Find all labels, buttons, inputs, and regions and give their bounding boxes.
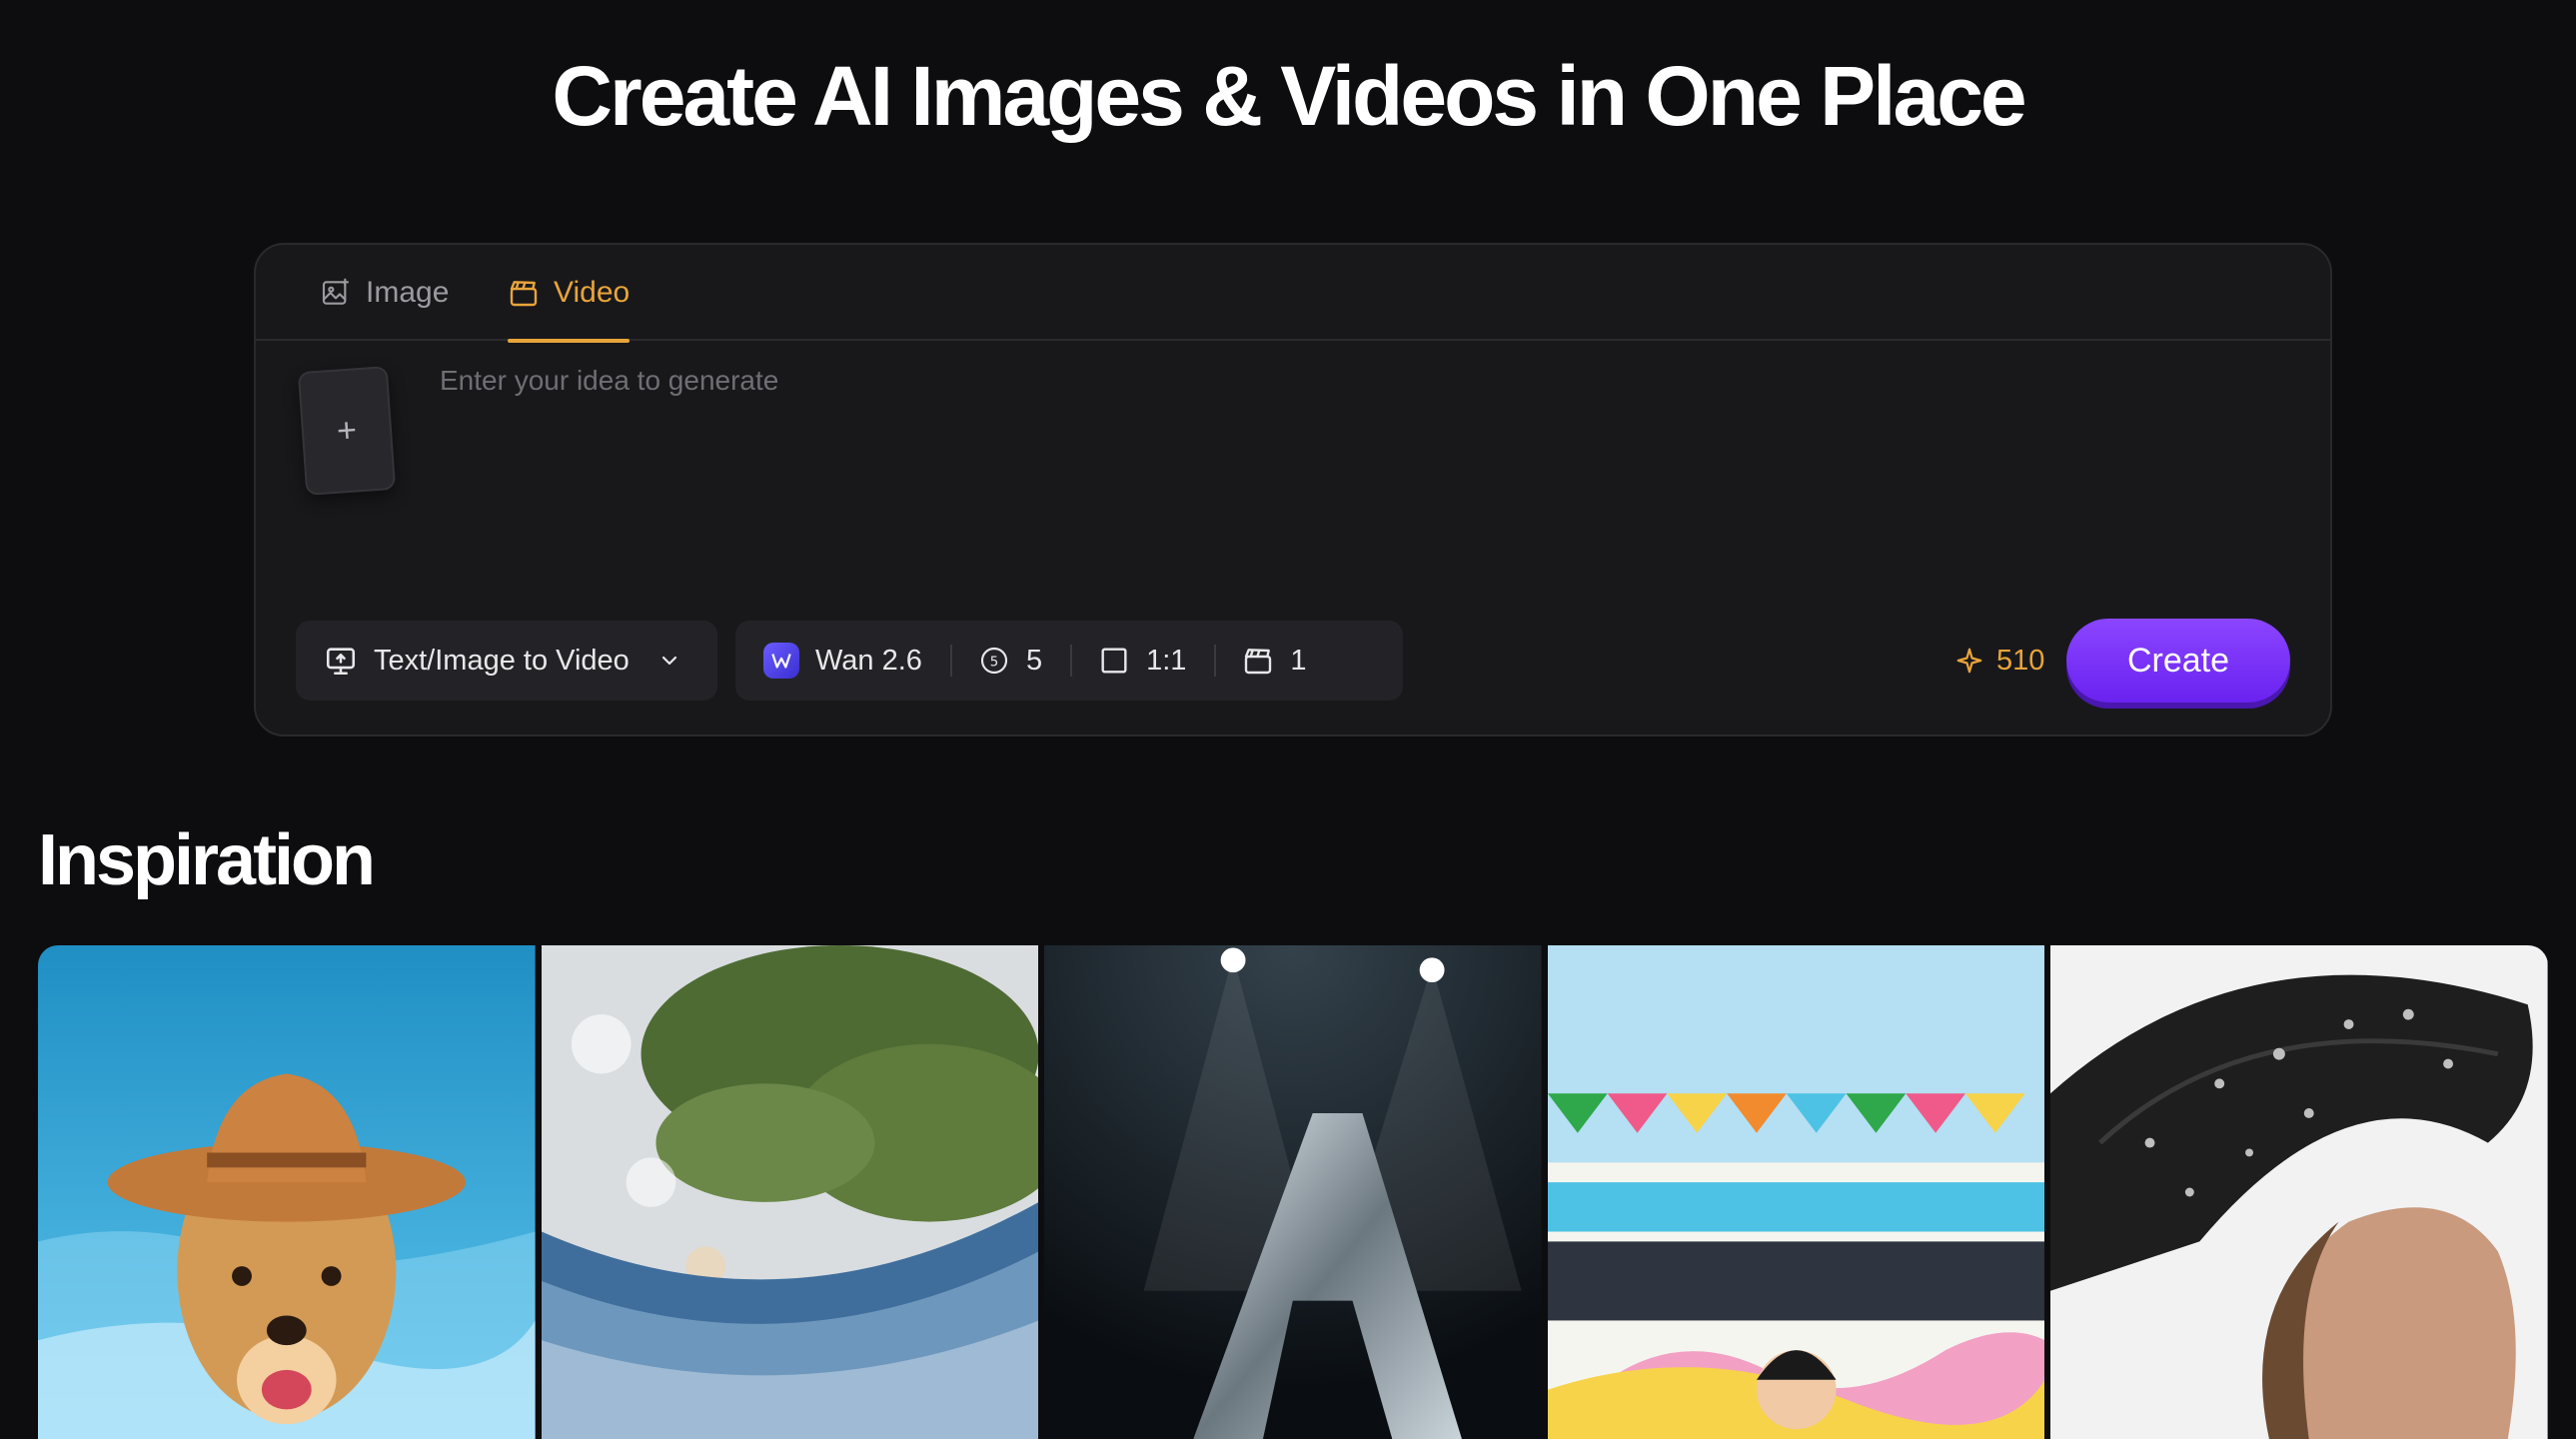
generation-settings: Wan 2.6 5 5 1:1 1 (735, 621, 1403, 701)
upload-reference-button[interactable]: + (297, 366, 397, 496)
inspiration-card-girl-bus-bunting[interactable] (1547, 945, 2045, 1439)
aspect-ratio-selector[interactable]: 1:1 (1070, 621, 1214, 701)
clapperboard-icon (510, 281, 538, 307)
square-icon (1101, 648, 1127, 674)
wan-logo-icon (763, 643, 799, 679)
inspiration-card-metal-letter-a-spotlight[interactable] (1044, 945, 1542, 1439)
tab-image-label: Image (366, 276, 450, 309)
generator-panel: Image Video + Text/Image to Video (254, 243, 2332, 736)
plus-icon: + (335, 410, 359, 451)
duration-selector[interactable]: 5 5 (949, 621, 1070, 701)
tab-image[interactable]: Image (320, 245, 449, 341)
aspect-ratio-value: 1:1 (1146, 644, 1187, 677)
duration-icon: 5 (980, 647, 1008, 675)
credits-value: 510 (1996, 644, 2045, 677)
inspiration-gallery (38, 945, 2548, 1439)
credits-balance: 510 (1954, 621, 2044, 701)
svg-text:5: 5 (990, 655, 998, 670)
create-button[interactable]: Create (2066, 619, 2290, 703)
prompt-input[interactable] (440, 365, 2278, 505)
count-value: 1 (1290, 644, 1307, 677)
inspiration-card-dog-cowboy-hat[interactable] (38, 945, 536, 1439)
page-title: Create AI Images & Videos in One Place (552, 49, 2026, 143)
chevron-down-icon (661, 656, 676, 666)
duration-value: 5 (1025, 644, 1043, 677)
model-selector[interactable]: Wan 2.6 (735, 621, 950, 701)
monitor-upload-icon (326, 648, 356, 676)
tab-video[interactable]: Video (508, 245, 631, 343)
count-selector[interactable]: 1 (1214, 621, 1334, 701)
model-label: Wan 2.6 (815, 644, 922, 677)
tab-video-label: Video (554, 276, 631, 309)
mode-tabs: Image Video (256, 245, 2330, 343)
image-icon (322, 278, 350, 305)
sparkle-icon (1956, 648, 1982, 674)
clapperboard-icon (1245, 649, 1272, 675)
inspiration-card-woman-umbrella-rain[interactable] (2050, 945, 2548, 1439)
inspiration-title: Inspiration (38, 820, 376, 900)
inspiration-card-trees-bokeh-water[interactable] (541, 945, 1039, 1439)
generation-mode-dropdown[interactable]: Text/Image to Video (296, 621, 717, 701)
generation-mode-label: Text/Image to Video (374, 644, 630, 677)
